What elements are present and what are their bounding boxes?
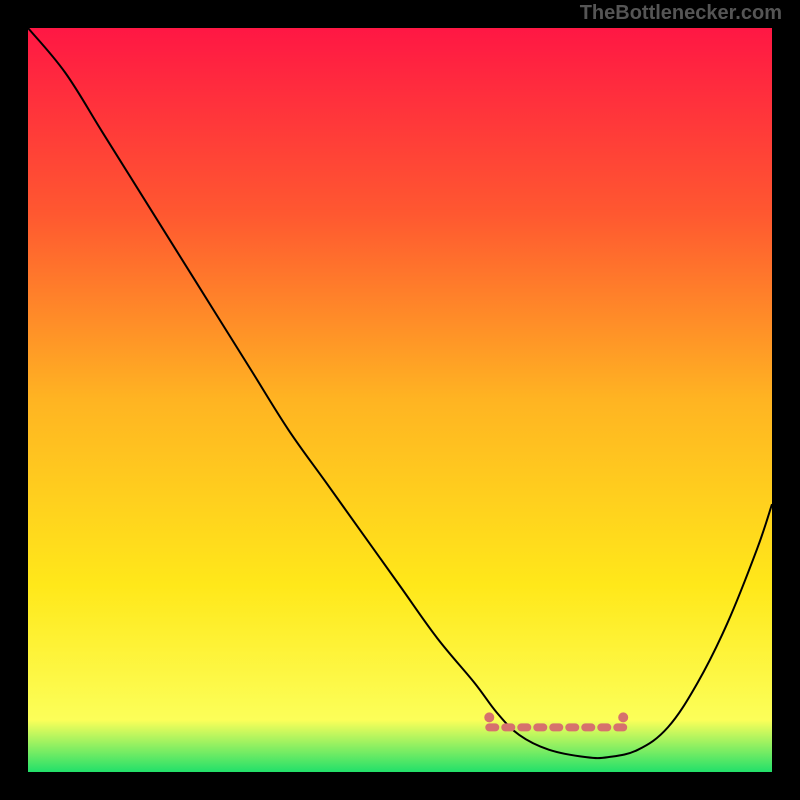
watermark-text: TheBottlenecker.com xyxy=(580,2,782,25)
gradient-background xyxy=(28,28,772,772)
chart-svg xyxy=(28,28,772,772)
chart-plot-area xyxy=(28,28,772,772)
